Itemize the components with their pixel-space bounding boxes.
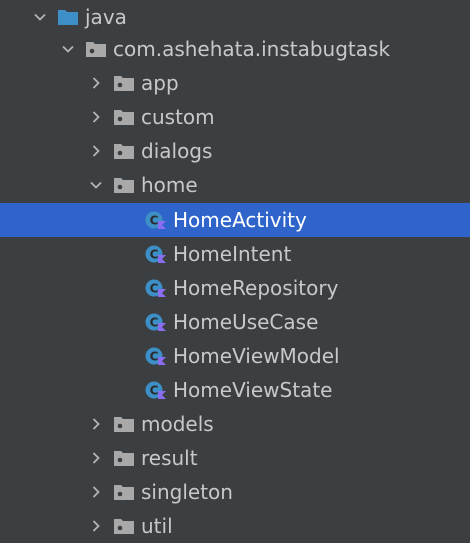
kotlin-class-icon: C: [145, 278, 167, 298]
tree-item-label: util: [141, 514, 173, 538]
svg-text:C: C: [150, 214, 159, 228]
svg-text:C: C: [150, 316, 159, 330]
project-tree: java com.ashehata.instabugtask app custo…: [0, 0, 470, 543]
package-folder-icon: [113, 482, 135, 502]
tree-item-label: com.ashehata.instabugtask: [113, 37, 391, 61]
chevron-right-icon[interactable]: [89, 144, 103, 158]
tree-item-label: java: [85, 5, 127, 29]
chevron-down-icon[interactable]: [33, 10, 47, 24]
package-folder-icon: [113, 175, 135, 195]
tree-item-label: dialogs: [141, 139, 213, 163]
tree-item-home-intent[interactable]: C HomeIntent: [0, 237, 470, 271]
package-folder-icon: [113, 516, 135, 536]
tree-item-java[interactable]: java: [0, 0, 470, 34]
tree-item-home-viewstate[interactable]: C HomeViewState: [0, 373, 470, 407]
kotlin-class-icon: C: [145, 312, 167, 332]
tree-item-home[interactable]: home: [0, 168, 470, 202]
chevron-right-icon[interactable]: [89, 417, 103, 431]
tree-item-singleton[interactable]: singleton: [0, 475, 470, 509]
tree-item-home-viewmodel[interactable]: C HomeViewModel: [0, 339, 470, 373]
tree-item-label: HomeUseCase: [173, 310, 319, 334]
tree-item-util[interactable]: util: [0, 509, 470, 543]
tree-item-app[interactable]: app: [0, 66, 470, 100]
kotlin-class-icon: C: [145, 346, 167, 366]
tree-item-home-repository[interactable]: C HomeRepository: [0, 271, 470, 305]
package-folder-icon: [113, 73, 135, 93]
tree-item-label: singleton: [141, 480, 233, 504]
svg-text:C: C: [150, 350, 159, 364]
tree-item-label: HomeIntent: [173, 242, 292, 266]
chevron-right-icon[interactable]: [89, 76, 103, 90]
tree-item-label: home: [141, 173, 198, 197]
package-folder-icon: [113, 107, 135, 127]
chevron-right-icon[interactable]: [89, 451, 103, 465]
package-folder-icon: [85, 39, 107, 59]
source-folder-icon: [57, 7, 79, 27]
chevron-right-icon[interactable]: [89, 110, 103, 124]
tree-item-label: HomeActivity: [173, 208, 307, 232]
package-folder-icon: [113, 448, 135, 468]
tree-item-label: HomeViewState: [173, 378, 333, 402]
tree-item-label: custom: [141, 105, 215, 129]
tree-item-label: HomeRepository: [173, 276, 339, 300]
chevron-down-icon[interactable]: [61, 42, 75, 56]
tree-item-label: result: [141, 446, 198, 470]
package-folder-icon: [113, 141, 135, 161]
chevron-right-icon[interactable]: [89, 519, 103, 533]
kotlin-class-icon: C: [145, 244, 167, 264]
tree-item-label: HomeViewModel: [173, 344, 340, 368]
tree-item-models[interactable]: models: [0, 407, 470, 441]
tree-item-result[interactable]: result: [0, 441, 470, 475]
svg-text:C: C: [150, 248, 159, 262]
tree-item-label: app: [141, 71, 179, 95]
chevron-down-icon[interactable]: [89, 178, 103, 192]
package-folder-icon: [113, 414, 135, 434]
tree-item-custom[interactable]: custom: [0, 100, 470, 134]
kotlin-class-icon: C: [145, 380, 167, 400]
svg-text:C: C: [150, 282, 159, 296]
tree-item-label: models: [141, 412, 214, 436]
tree-item-package[interactable]: com.ashehata.instabugtask: [0, 32, 470, 66]
svg-text:C: C: [150, 384, 159, 398]
chevron-right-icon[interactable]: [89, 485, 103, 499]
tree-item-dialogs[interactable]: dialogs: [0, 134, 470, 168]
tree-item-home-usecase[interactable]: C HomeUseCase: [0, 305, 470, 339]
tree-item-home-activity[interactable]: C HomeActivity: [0, 203, 470, 237]
kotlin-class-icon: C: [145, 210, 167, 230]
